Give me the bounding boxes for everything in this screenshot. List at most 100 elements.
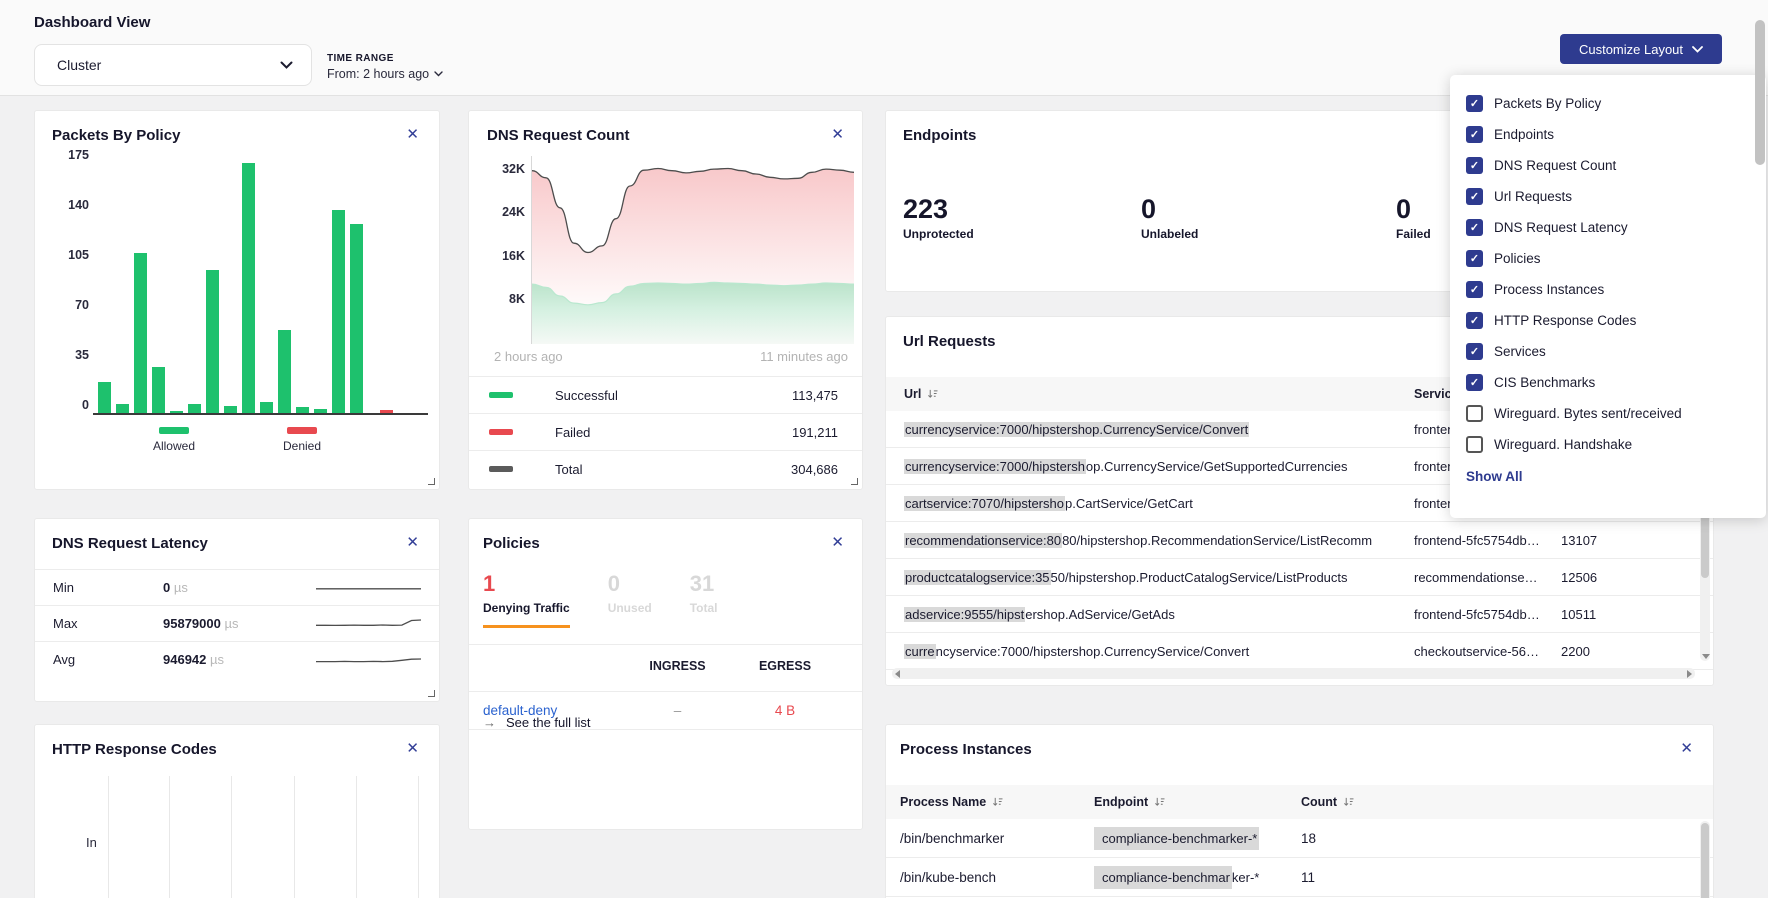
policies-stat-denying-traffic[interactable]: 1Denying Traffic bbox=[483, 571, 570, 628]
latency-rows: Min0 µsMax95879000 µsAvg946942 µs bbox=[35, 569, 439, 677]
layout-toggle-item[interactable]: ✓ Packets By Policy bbox=[1466, 88, 1766, 119]
checked-checkbox-icon[interactable]: ✓ bbox=[1466, 126, 1483, 143]
column-header-url[interactable]: Url bbox=[904, 387, 1414, 401]
checked-checkbox-icon[interactable]: ✓ bbox=[1466, 250, 1483, 267]
packets-legend: AllowedDenied bbox=[35, 427, 439, 453]
close-icon[interactable]: ✕ bbox=[831, 127, 844, 142]
view-selector[interactable]: Cluster bbox=[34, 44, 312, 86]
checked-checkbox-icon[interactable]: ✓ bbox=[1466, 312, 1483, 329]
unchecked-checkbox-icon[interactable] bbox=[1466, 405, 1483, 422]
service-cell: checkoutservice-56… bbox=[1414, 644, 1561, 659]
page-scrollbar-thumb[interactable] bbox=[1755, 20, 1765, 165]
policies-stat-unused[interactable]: 0Unused bbox=[608, 571, 652, 628]
column-header-count[interactable]: Count bbox=[1301, 795, 1713, 809]
url-cell: currencyservice:7000/hipstershop.Currenc… bbox=[904, 459, 1414, 474]
layout-toggle-item[interactable]: ✓ CIS Benchmarks bbox=[1466, 367, 1766, 398]
allowed-bar bbox=[242, 163, 255, 413]
legend-swatch bbox=[287, 427, 317, 434]
policies-stat-total[interactable]: 31Total bbox=[690, 571, 718, 628]
layout-toggle-item[interactable]: ✓Services bbox=[1466, 336, 1766, 367]
dns-count-legend: Successful113,475Failed191,211Total304,6… bbox=[469, 376, 862, 487]
card-title: Packets By Policy bbox=[52, 127, 180, 144]
scroll-left-arrow[interactable] bbox=[895, 670, 900, 678]
scrollbar-thumb[interactable] bbox=[1701, 823, 1709, 898]
unchecked-checkbox-icon[interactable] bbox=[1466, 436, 1483, 453]
close-icon[interactable]: ✕ bbox=[1680, 741, 1693, 756]
card-title: Url Requests bbox=[903, 333, 996, 350]
resize-handle[interactable] bbox=[428, 478, 435, 485]
checked-checkbox-icon[interactable]: ✓ bbox=[1466, 157, 1483, 174]
scroll-down-arrow[interactable] bbox=[1702, 654, 1710, 659]
policy-ingress-value: – bbox=[625, 703, 730, 718]
stat-value: 1 bbox=[483, 571, 570, 597]
dns-area-chart bbox=[531, 156, 854, 344]
resize-handle[interactable] bbox=[851, 478, 858, 485]
layout-toggle-label: Policies bbox=[1494, 251, 1541, 266]
service-cell: frontend-5fc5754db… bbox=[1414, 533, 1561, 548]
layout-toggle-item[interactable]: ✓DNS Request Count bbox=[1466, 150, 1766, 181]
checked-checkbox-icon[interactable]: ✓ bbox=[1466, 281, 1483, 298]
process-table-row: /bin/benchmarkercompliance-benchmarker-*… bbox=[886, 819, 1713, 858]
stat-label: Total bbox=[690, 601, 718, 625]
layout-toggle-label: CIS Benchmarks bbox=[1494, 375, 1595, 390]
column-header-egress: EGRESS bbox=[730, 659, 840, 673]
allowed-bar bbox=[116, 404, 129, 413]
checked-checkbox-icon[interactable]: ✓ bbox=[1466, 343, 1483, 360]
time-range-value[interactable]: From: 2 hours ago bbox=[327, 67, 443, 81]
layout-toggle-label: Wireguard. Bytes sent/received bbox=[1494, 406, 1682, 421]
layout-toggle-item[interactable]: ✓ Policies bbox=[1466, 243, 1766, 274]
count-cell: 2200 bbox=[1561, 644, 1713, 659]
layout-toggle-item[interactable]: Wireguard. Handshake bbox=[1466, 429, 1766, 460]
close-icon[interactable]: ✕ bbox=[406, 535, 419, 550]
http-row-label-in: In bbox=[86, 835, 97, 850]
layout-toggle-item[interactable]: ✓HTTP Response Codes bbox=[1466, 305, 1766, 336]
column-header-endpoint[interactable]: Endpoint bbox=[1094, 795, 1301, 809]
checked-checkbox-icon[interactable]: ✓ bbox=[1466, 188, 1483, 205]
latency-label: Avg bbox=[53, 652, 163, 667]
show-all-link[interactable]: Show All bbox=[1466, 469, 1523, 484]
layout-toggle-item[interactable]: ✓DNS Request Latency bbox=[1466, 212, 1766, 243]
legend-value: 113,475 bbox=[792, 388, 838, 403]
page-title: Dashboard View bbox=[34, 14, 150, 31]
layout-toggle-item[interactable]: ✓ Url Requests bbox=[1466, 181, 1766, 212]
close-icon[interactable]: ✕ bbox=[831, 535, 844, 550]
layout-toggle-label: Packets By Policy bbox=[1494, 96, 1601, 111]
process-vertical-scrollbar[interactable] bbox=[1700, 821, 1710, 898]
legend-label: Failed bbox=[555, 425, 792, 440]
url-horizontal-scrollbar[interactable] bbox=[892, 668, 1695, 679]
allowed-bar bbox=[224, 406, 237, 413]
card-process-instances: Process Instances ✕ Process Name Endpoin… bbox=[885, 724, 1714, 898]
see-full-list-link[interactable]: → See the full list bbox=[483, 715, 591, 730]
layout-toggle-item[interactable]: ✓Process Instances bbox=[1466, 274, 1766, 305]
layout-toggle-item[interactable]: Wireguard. Bytes sent/received bbox=[1466, 398, 1766, 429]
legend-label: Allowed bbox=[153, 439, 195, 453]
column-header-process-name[interactable]: Process Name bbox=[900, 795, 1094, 809]
endpoint-cell: compliance-benchmarker-* bbox=[1094, 870, 1301, 885]
checked-checkbox-icon[interactable]: ✓ bbox=[1466, 95, 1483, 112]
resize-handle[interactable] bbox=[428, 690, 435, 697]
view-selector-value: Cluster bbox=[57, 57, 280, 73]
checked-checkbox-icon[interactable]: ✓ bbox=[1466, 219, 1483, 236]
stat-value: 223 bbox=[903, 195, 974, 225]
legend-swatch bbox=[489, 392, 513, 398]
service-cell: frontend-5fc5754db… bbox=[1414, 607, 1561, 622]
count-cell: 12506 bbox=[1561, 570, 1713, 585]
x-axis-label-left: 2 hours ago bbox=[494, 349, 563, 364]
allowed-bar bbox=[134, 253, 147, 413]
layout-toggle-label: Endpoints bbox=[1494, 127, 1554, 142]
allowed-bar bbox=[350, 224, 363, 413]
gridline bbox=[294, 776, 295, 898]
url-cell: recommendationservice:8080/hipstershop.R… bbox=[904, 533, 1414, 548]
process-name-cell: /bin/kube-bench bbox=[900, 870, 1094, 885]
customize-layout-button[interactable]: Customize Layout bbox=[1560, 34, 1722, 64]
sort-icon bbox=[992, 797, 1003, 807]
close-icon[interactable]: ✕ bbox=[406, 741, 419, 756]
checked-checkbox-icon[interactable]: ✓ bbox=[1466, 374, 1483, 391]
stat-label: Failed bbox=[1396, 227, 1431, 241]
latency-sparkline bbox=[316, 616, 421, 632]
layout-toggle-label: Url Requests bbox=[1494, 189, 1572, 204]
scroll-right-arrow[interactable] bbox=[1687, 670, 1692, 678]
layout-toggle-item[interactable]: ✓ Endpoints bbox=[1466, 119, 1766, 150]
y-axis-tick: 16K bbox=[475, 249, 525, 263]
close-icon[interactable]: ✕ bbox=[406, 127, 419, 142]
